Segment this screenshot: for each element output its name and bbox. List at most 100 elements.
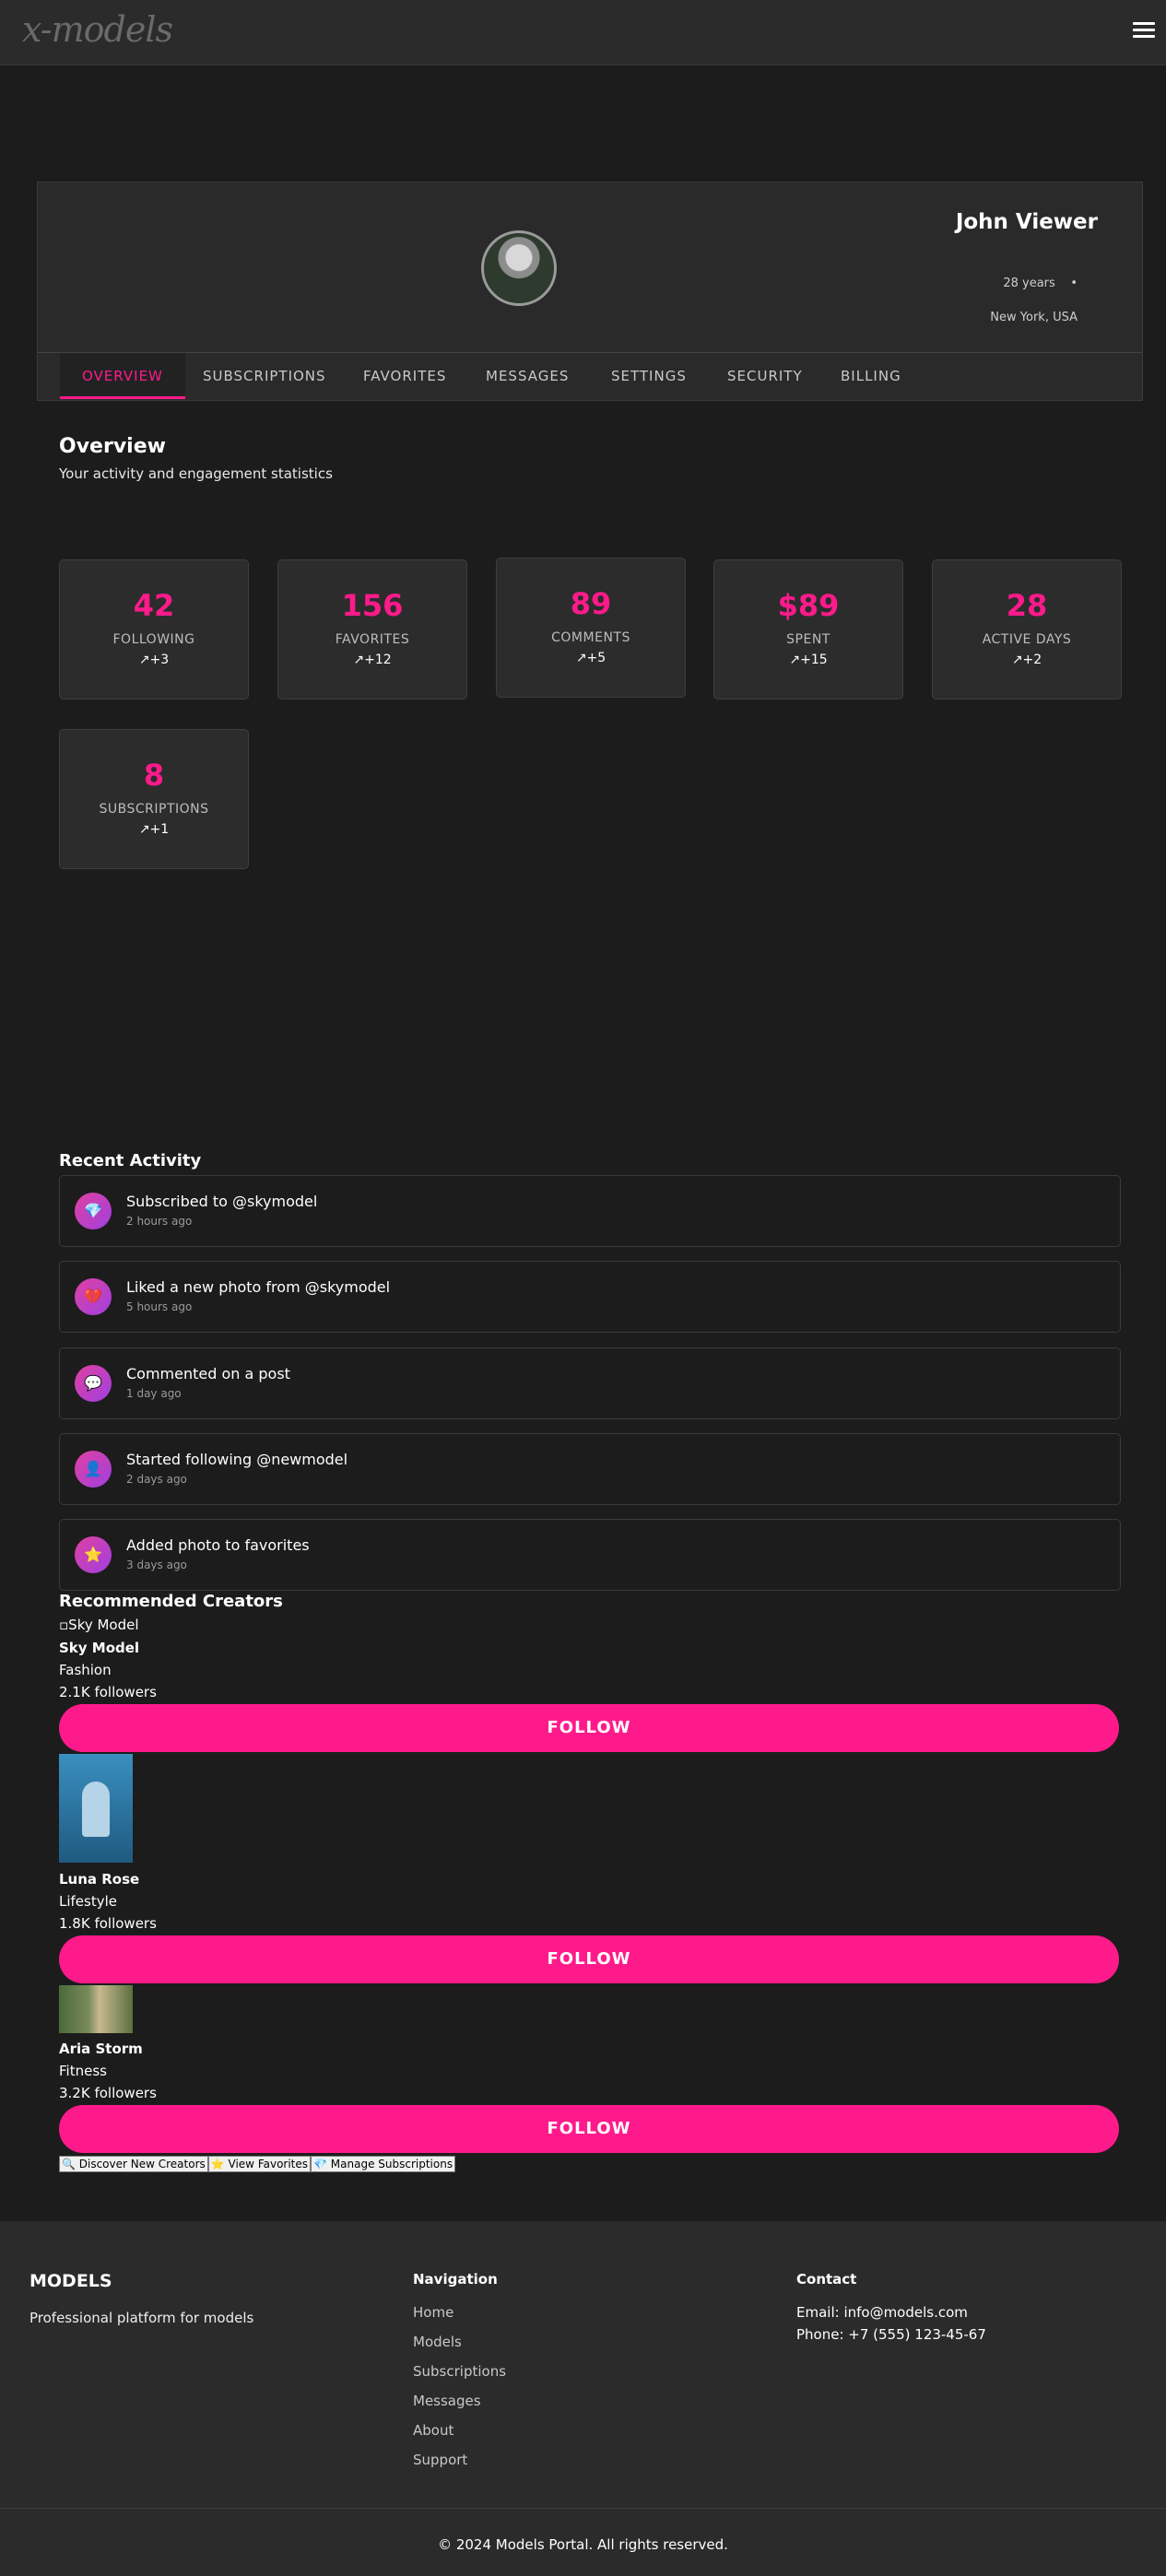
footer-link-models[interactable]: Models bbox=[413, 2334, 462, 2350]
footer-link-home[interactable]: Home bbox=[413, 2304, 453, 2321]
view-favorites-button[interactable]: ⭐ View Favorites bbox=[207, 2156, 312, 2172]
stat-card-active-days: 28 ACTIVE DAYS ↗+2 bbox=[932, 559, 1122, 700]
meta-separator: • bbox=[1070, 276, 1078, 290]
activity-text: Added photo to favorites bbox=[126, 1536, 310, 1554]
stat-label: FOLLOWING bbox=[112, 632, 195, 647]
overview-subtitle: Your activity and engagement statistics bbox=[59, 465, 333, 482]
activity-text: Subscribed to @skymodel bbox=[126, 1193, 318, 1210]
gem-icon: 💎 bbox=[75, 1193, 112, 1229]
hamburger-icon[interactable] bbox=[1133, 22, 1155, 41]
footer-contact-title: Contact bbox=[796, 2271, 857, 2288]
activity-item[interactable]: 👤 Started following @newmodel 2 days ago bbox=[59, 1433, 1121, 1505]
profile-age: 28 years bbox=[1003, 276, 1055, 290]
stat-value: 89 bbox=[570, 586, 612, 621]
stat-value: 8 bbox=[143, 758, 165, 793]
stat-card-subscriptions: 8 SUBSCRIPTIONS ↗+1 bbox=[59, 729, 249, 869]
profile-location: New York, USA bbox=[990, 311, 1078, 324]
star-icon: ⭐ bbox=[75, 1536, 112, 1573]
creator-category: Fitness bbox=[59, 2063, 107, 2079]
follow-button[interactable]: FOLLOW bbox=[59, 2105, 1119, 2153]
creator-name: Aria Storm bbox=[59, 2041, 143, 2057]
stat-label: ACTIVE DAYS bbox=[982, 632, 1072, 647]
image-alt-text: Sky Model bbox=[68, 1617, 139, 1633]
activity-time: 2 hours ago bbox=[126, 1215, 193, 1228]
tab-favorites[interactable]: FAVORITES bbox=[341, 353, 468, 399]
stat-value: $89 bbox=[777, 588, 840, 623]
stat-change: ↗+12 bbox=[353, 653, 392, 667]
activity-item[interactable]: ⭐ Added photo to favorites 3 days ago bbox=[59, 1519, 1121, 1591]
activity-item[interactable]: 💬 Commented on a post 1 day ago bbox=[59, 1347, 1121, 1419]
creator-category: Fashion bbox=[59, 1662, 112, 1678]
stat-label: FAVORITES bbox=[335, 632, 410, 647]
creator-photo[interactable] bbox=[59, 1754, 133, 1863]
activity-time: 5 hours ago bbox=[126, 1300, 193, 1313]
stat-change: ↗+2 bbox=[1011, 653, 1042, 667]
follow-button[interactable]: FOLLOW bbox=[59, 1935, 1119, 1983]
activity-text: Started following @newmodel bbox=[126, 1451, 348, 1468]
tab-messages[interactable]: MESSAGES bbox=[464, 353, 591, 399]
stat-change: ↗+5 bbox=[575, 651, 607, 665]
tab-billing[interactable]: BILLING bbox=[819, 353, 924, 399]
stat-label: SUBSCRIPTIONS bbox=[99, 802, 209, 817]
profile-tabs: OVERVIEW SUBSCRIPTIONS FAVORITES MESSAGE… bbox=[38, 352, 1142, 401]
profile-meta: 28 years • bbox=[1003, 276, 1078, 290]
stat-card-following: 42 FOLLOWING ↗+3 bbox=[59, 559, 249, 700]
creator-photo[interactable] bbox=[59, 1985, 133, 2033]
footer-link-subscriptions[interactable]: Subscriptions bbox=[413, 2363, 506, 2380]
quick-actions: 🔍 Discover New Creators ⭐ View Favorites 💎… bbox=[59, 2156, 456, 2172]
stat-change: ↗+1 bbox=[138, 822, 170, 837]
creator-followers: 3.2K followers bbox=[59, 2085, 157, 2101]
stat-change: ↗+3 bbox=[138, 653, 170, 667]
stat-card-spent: $89 SPENT ↗+15 bbox=[713, 559, 903, 700]
activity-text: Commented on a post bbox=[126, 1365, 290, 1382]
creator-followers: 1.8K followers bbox=[59, 1915, 157, 1932]
creator-category: Lifestyle bbox=[59, 1893, 118, 1910]
creator-followers: 2.1K followers bbox=[59, 1684, 157, 1700]
user-icon: 👤 bbox=[75, 1451, 112, 1488]
footer-email: Email: info@models.com bbox=[796, 2304, 968, 2321]
footer-phone: Phone: +7 (555) 123-45-67 bbox=[796, 2326, 986, 2343]
stat-label: COMMENTS bbox=[551, 630, 630, 645]
footer-link-messages[interactable]: Messages bbox=[413, 2393, 481, 2409]
creator-name: Sky Model bbox=[59, 1640, 140, 1656]
overview-title: Overview bbox=[59, 435, 166, 458]
activity-text: Liked a new photo from @skymodel bbox=[126, 1278, 391, 1296]
manage-subscriptions-button[interactable]: 💎 Manage Subscriptions bbox=[311, 2156, 456, 2172]
creator-image-broken: ▫Sky Model bbox=[59, 1617, 139, 1633]
activity-time: 2 days ago bbox=[126, 1473, 187, 1486]
stat-value: 42 bbox=[133, 588, 175, 623]
activity-item[interactable]: 💔 Liked a new photo from @skymodel 5 hou… bbox=[59, 1261, 1121, 1333]
footer-link-support[interactable]: Support bbox=[413, 2452, 467, 2468]
footer-copyright: © 2024 Models Portal. All rights reserve… bbox=[438, 2536, 728, 2553]
tab-settings[interactable]: SETTINGS bbox=[589, 353, 709, 399]
activity-time: 1 day ago bbox=[126, 1387, 182, 1400]
tab-overview[interactable]: OVERVIEW bbox=[60, 353, 185, 399]
follow-button[interactable]: FOLLOW bbox=[59, 1704, 1119, 1752]
broken-image-icon: ▫ bbox=[59, 1617, 69, 1633]
stat-value: 156 bbox=[341, 588, 404, 623]
profile-card: John Viewer 28 years • New York, USA OVE… bbox=[37, 182, 1143, 401]
stat-label: SPENT bbox=[786, 632, 830, 647]
stat-value: 28 bbox=[1006, 588, 1048, 623]
footer-divider bbox=[0, 2508, 1166, 2509]
tab-subscriptions[interactable]: SUBSCRIPTIONS bbox=[181, 353, 348, 399]
profile-name: John Viewer bbox=[955, 210, 1098, 234]
stat-card-comments: 89 COMMENTS ↗+5 bbox=[496, 558, 686, 698]
discover-creators-button[interactable]: 🔍 Discover New Creators bbox=[59, 2156, 208, 2172]
recommended-title: Recommended Creators bbox=[59, 1592, 283, 1611]
heart-icon: 💔 bbox=[75, 1278, 112, 1315]
stat-change: ↗+15 bbox=[789, 653, 828, 667]
footer: MODELS Professional platform for models … bbox=[0, 2221, 1166, 2576]
tab-security[interactable]: SECURITY bbox=[705, 353, 825, 399]
footer-nav-title: Navigation bbox=[413, 2271, 498, 2288]
activity-item[interactable]: 💎 Subscribed to @skymodel 2 hours ago bbox=[59, 1175, 1121, 1247]
creator-name: Luna Rose bbox=[59, 1871, 140, 1888]
speech-bubble-icon: 💬 bbox=[75, 1365, 112, 1402]
recent-activity-title: Recent Activity bbox=[59, 1151, 202, 1170]
footer-brand: MODELS bbox=[29, 2271, 112, 2291]
footer-description: Professional platform for models bbox=[29, 2310, 254, 2326]
site-logo[interactable]: x-models bbox=[22, 9, 173, 50]
activity-time: 3 days ago bbox=[126, 1559, 187, 1571]
avatar bbox=[481, 230, 557, 306]
footer-link-about[interactable]: About bbox=[413, 2422, 453, 2439]
